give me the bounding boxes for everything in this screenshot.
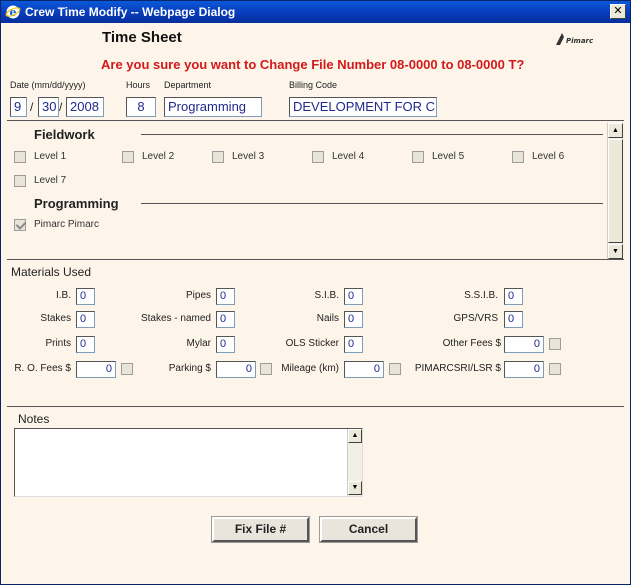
fix-file-button[interactable]: Fix File #	[212, 517, 309, 542]
cancel-button[interactable]: Cancel	[320, 517, 417, 542]
notes-scroll-down-icon[interactable]: ▼	[348, 481, 362, 495]
date-month-input[interactable]: 9	[10, 97, 27, 117]
mileage-checkbox[interactable]	[389, 363, 401, 375]
pipes-label: Pipes	[185, 290, 211, 301]
level-7-label: Level 7	[34, 175, 67, 186]
ssib-label: S.S.I.B.	[464, 290, 498, 301]
prints-input[interactable]: 0	[76, 336, 95, 353]
stakes-input[interactable]: 0	[76, 311, 95, 328]
date-label: Date (mm/dd/yyyy)	[10, 80, 86, 90]
confirm-message: Are you sure you want to Change File Num…	[101, 57, 525, 72]
notes-textarea[interactable]	[14, 428, 363, 497]
programming-title: Programming	[34, 196, 119, 211]
page-title: Time Sheet	[102, 29, 182, 46]
date-day-input[interactable]: 30	[38, 97, 59, 117]
level-2-label: Level 2	[142, 151, 175, 162]
pimarcsri-lsr-input[interactable]: 0	[504, 361, 544, 378]
ro-fees-checkbox[interactable]	[121, 363, 133, 375]
fieldwork-divider	[141, 134, 603, 135]
scroll-down-icon[interactable]: ▼	[608, 244, 623, 259]
gps-vrs-label: GPS/VRS	[453, 313, 498, 324]
billing-code-label: Billing Code	[289, 80, 338, 90]
logo-text: Pimarc	[566, 37, 594, 45]
level-2-checkbox[interactable]	[122, 151, 134, 163]
billing-code-input[interactable]: DEVELOPMENT FOR CL	[289, 97, 437, 117]
scroll-up-icon[interactable]: ▲	[608, 123, 623, 138]
level-3-checkbox[interactable]	[212, 151, 224, 163]
mylar-label: Mylar	[186, 338, 211, 349]
date-year-input[interactable]: 2008	[66, 97, 104, 117]
hours-label: Hours	[126, 80, 151, 90]
level-3-label: Level 3	[232, 151, 265, 162]
pimarc-pimarc-checkbox[interactable]	[14, 219, 26, 231]
stakes-named-label: Stakes - named	[140, 313, 211, 324]
parking-label: Parking $	[168, 363, 211, 374]
department-label: Department	[164, 80, 212, 90]
level-5-checkbox[interactable]	[412, 151, 424, 163]
pimarcsri-lsr-checkbox[interactable]	[549, 363, 561, 375]
ro-fees-label: R. O. Fees $	[14, 363, 71, 374]
mileage-label: Mileage (km)	[281, 363, 339, 374]
other-fees-checkbox[interactable]	[549, 338, 561, 350]
activity-scrollbar[interactable]: ▲ ▼	[607, 123, 623, 259]
other-fees-label: Other Fees $	[442, 338, 501, 349]
nails-label: Nails	[316, 313, 339, 324]
close-button[interactable]: ✕	[610, 4, 626, 19]
prints-label: Prints	[45, 338, 71, 349]
sib-label: S.I.B.	[314, 290, 339, 301]
pimarc-logo-icon: Pimarc	[556, 33, 594, 45]
date-separator: /	[59, 100, 63, 114]
nails-input[interactable]: 0	[344, 311, 363, 328]
fieldwork-title: Fieldwork	[34, 127, 95, 142]
date-separator: /	[30, 100, 34, 114]
level-6-checkbox[interactable]	[512, 151, 524, 163]
parking-input[interactable]: 0	[216, 361, 256, 378]
dialog-window: e Crew Time Modify -- Webpage Dialog ✕ T…	[0, 0, 631, 585]
ols-sticker-input[interactable]: 0	[344, 336, 363, 353]
gps-vrs-input[interactable]: 0	[504, 311, 523, 328]
notes-title: Notes	[18, 412, 50, 426]
level-1-checkbox[interactable]	[14, 151, 26, 163]
notes-scrollbar[interactable]: ▲ ▼	[347, 429, 362, 496]
mileage-input[interactable]: 0	[344, 361, 384, 378]
level-7-checkbox[interactable]	[14, 175, 26, 187]
ssib-input[interactable]: 0	[504, 288, 523, 305]
notes-scroll-up-icon[interactable]: ▲	[348, 429, 362, 443]
materials-title: Materials Used	[11, 265, 92, 279]
level-6-label: Level 6	[532, 151, 565, 162]
department-input[interactable]: Programming	[164, 97, 262, 117]
pimarcsri-lsr-label: PIMARCSRI/LSR $	[414, 363, 501, 374]
scroll-thumb[interactable]	[608, 139, 623, 243]
level-4-label: Level 4	[332, 151, 365, 162]
pimarc-pimarc-label: Pimarc Pimarc	[34, 219, 100, 230]
level-4-checkbox[interactable]	[312, 151, 324, 163]
mylar-input[interactable]: 0	[216, 336, 235, 353]
ie-icon: e	[5, 5, 21, 19]
level-1-label: Level 1	[34, 151, 67, 162]
stakes-label: Stakes	[40, 313, 71, 324]
ols-sticker-label: OLS Sticker	[285, 338, 339, 349]
stakes-named-input[interactable]: 0	[216, 311, 235, 328]
ib-label: I.B.	[55, 290, 71, 301]
programming-divider	[141, 203, 603, 204]
title-bar: e Crew Time Modify -- Webpage Dialog ✕	[1, 1, 630, 23]
ib-input[interactable]: 0	[76, 288, 95, 305]
activity-scroll-region: Fieldwork Level 1 Level 2 Level 3 Level …	[7, 120, 624, 260]
other-fees-input[interactable]: 0	[504, 336, 544, 353]
notes-divider	[7, 406, 624, 407]
sib-input[interactable]: 0	[344, 288, 363, 305]
window-title: Crew Time Modify -- Webpage Dialog	[25, 5, 236, 19]
pipes-input[interactable]: 0	[216, 288, 235, 305]
ro-fees-input[interactable]: 0	[76, 361, 116, 378]
level-5-label: Level 5	[432, 151, 465, 162]
hours-input[interactable]: 8	[126, 97, 156, 117]
